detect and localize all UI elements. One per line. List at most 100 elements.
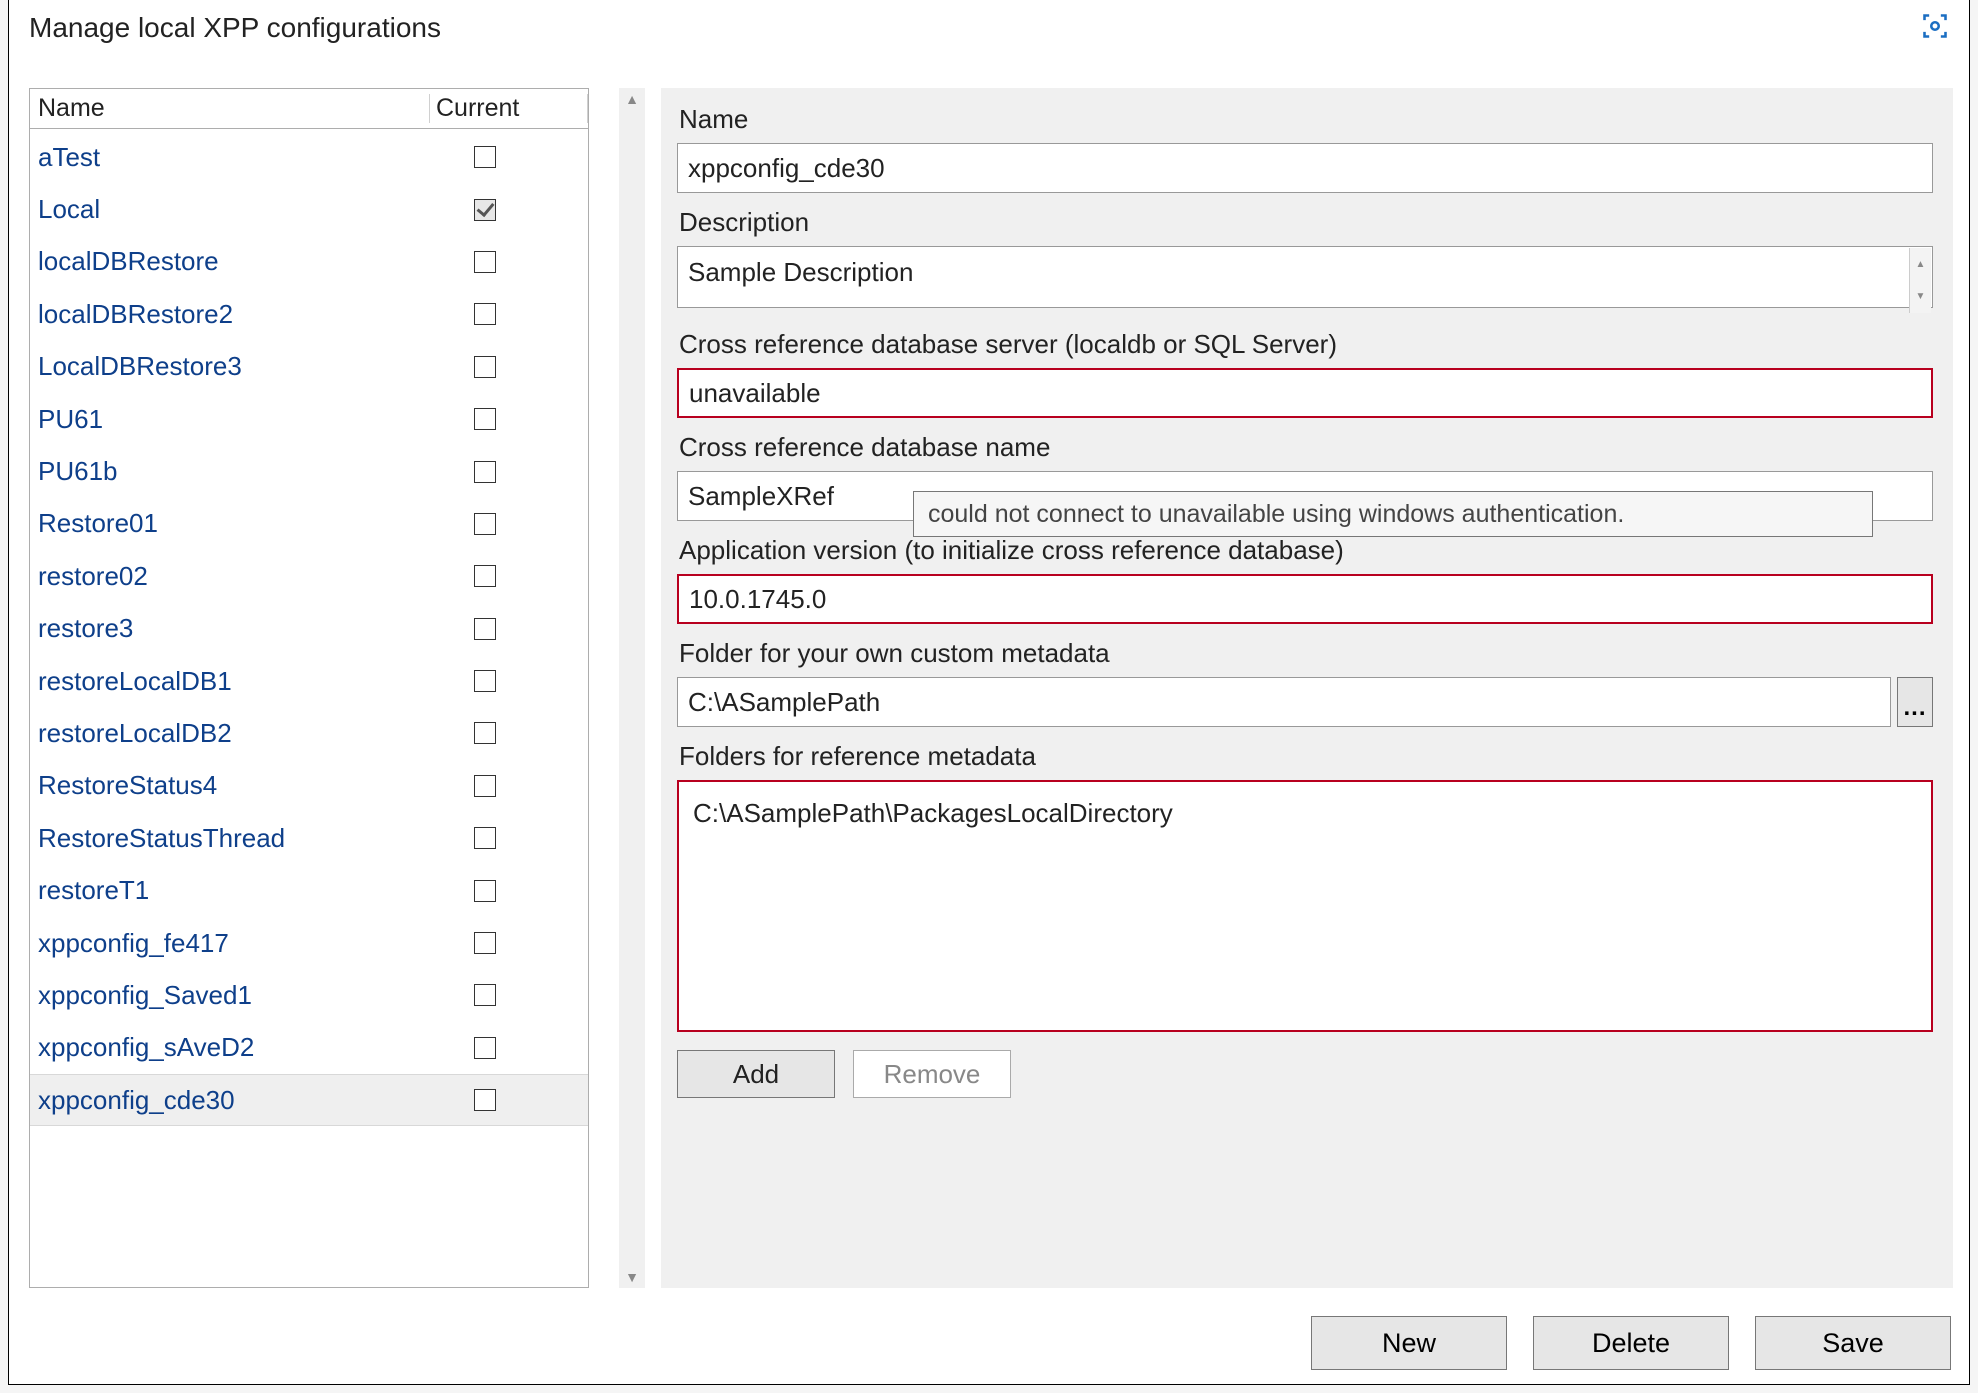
scroll-down-icon[interactable]: ▼: [619, 1266, 645, 1288]
current-checkbox[interactable]: [474, 775, 496, 797]
list-row[interactable]: restore3: [30, 603, 588, 655]
config-name-link[interactable]: xppconfig_Saved1: [38, 980, 430, 1011]
add-button[interactable]: Add: [677, 1050, 835, 1098]
form-panel: Name Description ▲ ▼ Cross reference dat…: [661, 88, 1953, 1288]
config-name-link[interactable]: localDBRestore2: [38, 299, 430, 330]
current-checkbox[interactable]: [474, 565, 496, 587]
ref-meta-list[interactable]: C:\ASamplePath\PackagesLocalDirectory: [677, 780, 1933, 1032]
list-row[interactable]: RestoreStatusThread: [30, 812, 588, 864]
remove-button[interactable]: Remove: [853, 1050, 1011, 1098]
scroll-up-icon[interactable]: ▲: [619, 88, 645, 110]
current-checkbox[interactable]: [474, 984, 496, 1006]
name-input[interactable]: [677, 143, 1933, 193]
list-row[interactable]: Restore01: [30, 498, 588, 550]
current-cell: [430, 1089, 540, 1111]
current-cell: [430, 251, 540, 273]
list-row[interactable]: aTest: [30, 131, 588, 183]
current-cell: [430, 146, 540, 168]
xref-db-label: Cross reference database name: [679, 432, 1933, 463]
custom-meta-input[interactable]: [677, 677, 1891, 727]
scrollbar[interactable]: ▲ ▼: [619, 88, 645, 1288]
app-version-input[interactable]: [677, 574, 1933, 624]
new-button[interactable]: New: [1311, 1316, 1507, 1370]
config-name-link[interactable]: RestoreStatus4: [38, 770, 430, 801]
current-checkbox[interactable]: [474, 618, 496, 640]
browse-button[interactable]: ...: [1897, 677, 1933, 727]
config-name-link[interactable]: LocalDBRestore3: [38, 351, 430, 382]
list-row[interactable]: PU61b: [30, 445, 588, 497]
current-checkbox[interactable]: [474, 722, 496, 744]
current-cell: [430, 408, 540, 430]
current-checkbox[interactable]: [474, 146, 496, 168]
focus-icon[interactable]: [1919, 10, 1951, 42]
list-row[interactable]: restoreLocalDB1: [30, 655, 588, 707]
current-checkbox[interactable]: [474, 251, 496, 273]
chevron-down-icon[interactable]: ▼: [1910, 281, 1931, 314]
current-cell: [430, 932, 540, 954]
config-name-link[interactable]: Restore01: [38, 508, 430, 539]
list-row[interactable]: xppconfig_cde30: [30, 1074, 588, 1126]
current-checkbox[interactable]: [474, 461, 496, 483]
current-cell: [430, 513, 540, 535]
delete-button[interactable]: Delete: [1533, 1316, 1729, 1370]
current-checkbox[interactable]: [474, 303, 496, 325]
list-row[interactable]: localDBRestore2: [30, 288, 588, 340]
description-input[interactable]: [677, 246, 1933, 308]
config-name-link[interactable]: restore02: [38, 561, 430, 592]
config-name-link[interactable]: restore3: [38, 613, 430, 644]
current-checkbox[interactable]: [474, 199, 496, 221]
description-spinner[interactable]: ▲ ▼: [1909, 248, 1931, 313]
list-row[interactable]: restore02: [30, 550, 588, 602]
list-row[interactable]: LocalDBRestore3: [30, 341, 588, 393]
current-checkbox[interactable]: [474, 1089, 496, 1111]
current-checkbox[interactable]: [474, 880, 496, 902]
current-cell: [430, 722, 540, 744]
config-name-link[interactable]: RestoreStatusThread: [38, 823, 430, 854]
config-name-link[interactable]: xppconfig_fe417: [38, 928, 430, 959]
config-name-link[interactable]: restoreT1: [38, 875, 430, 906]
list-header-row: Name Current: [30, 89, 588, 129]
current-checkbox[interactable]: [474, 356, 496, 378]
list-row[interactable]: xppconfig_fe417: [30, 917, 588, 969]
list-row[interactable]: xppconfig_Saved1: [30, 969, 588, 1021]
config-name-link[interactable]: localDBRestore: [38, 246, 430, 277]
custom-meta-row: ...: [677, 677, 1933, 727]
current-cell: [430, 1037, 540, 1059]
column-header-current[interactable]: Current: [430, 94, 588, 123]
config-name-link[interactable]: xppconfig_cde30: [38, 1085, 430, 1116]
xref-server-input[interactable]: [677, 368, 1933, 418]
config-name-link[interactable]: Local: [38, 194, 430, 225]
name-label: Name: [679, 104, 1933, 135]
current-checkbox[interactable]: [474, 408, 496, 430]
current-cell: [430, 775, 540, 797]
list-row[interactable]: restoreLocalDB2: [30, 707, 588, 759]
config-name-link[interactable]: xppconfig_sAveD2: [38, 1032, 430, 1063]
list-row[interactable]: RestoreStatus4: [30, 760, 588, 812]
config-name-link[interactable]: aTest: [38, 142, 430, 173]
xref-server-label: Cross reference database server (localdb…: [679, 329, 1933, 360]
config-list-panel: Name Current aTest Local localDBRestore loc…: [29, 88, 589, 1288]
column-header-name[interactable]: Name: [30, 94, 430, 123]
window-header: Manage local XPP configurations: [9, 0, 1969, 64]
current-checkbox[interactable]: [474, 1037, 496, 1059]
current-cell: [430, 565, 540, 587]
current-cell: [430, 356, 540, 378]
current-cell: [430, 199, 540, 221]
list-row[interactable]: localDBRestore: [30, 236, 588, 288]
config-name-link[interactable]: PU61: [38, 404, 430, 435]
current-checkbox[interactable]: [474, 932, 496, 954]
current-cell: [430, 618, 540, 640]
current-checkbox[interactable]: [474, 670, 496, 692]
current-checkbox[interactable]: [474, 827, 496, 849]
list-row[interactable]: PU61: [30, 393, 588, 445]
list-row[interactable]: restoreT1: [30, 864, 588, 916]
config-name-link[interactable]: restoreLocalDB2: [38, 718, 430, 749]
list-row[interactable]: Local: [30, 183, 588, 235]
current-checkbox[interactable]: [474, 513, 496, 535]
list-row[interactable]: xppconfig_sAveD2: [30, 1022, 588, 1074]
config-name-link[interactable]: PU61b: [38, 456, 430, 487]
config-name-link[interactable]: restoreLocalDB1: [38, 666, 430, 697]
ref-meta-item[interactable]: C:\ASamplePath\PackagesLocalDirectory: [693, 798, 1917, 829]
save-button[interactable]: Save: [1755, 1316, 1951, 1370]
chevron-up-icon[interactable]: ▲: [1910, 248, 1931, 281]
